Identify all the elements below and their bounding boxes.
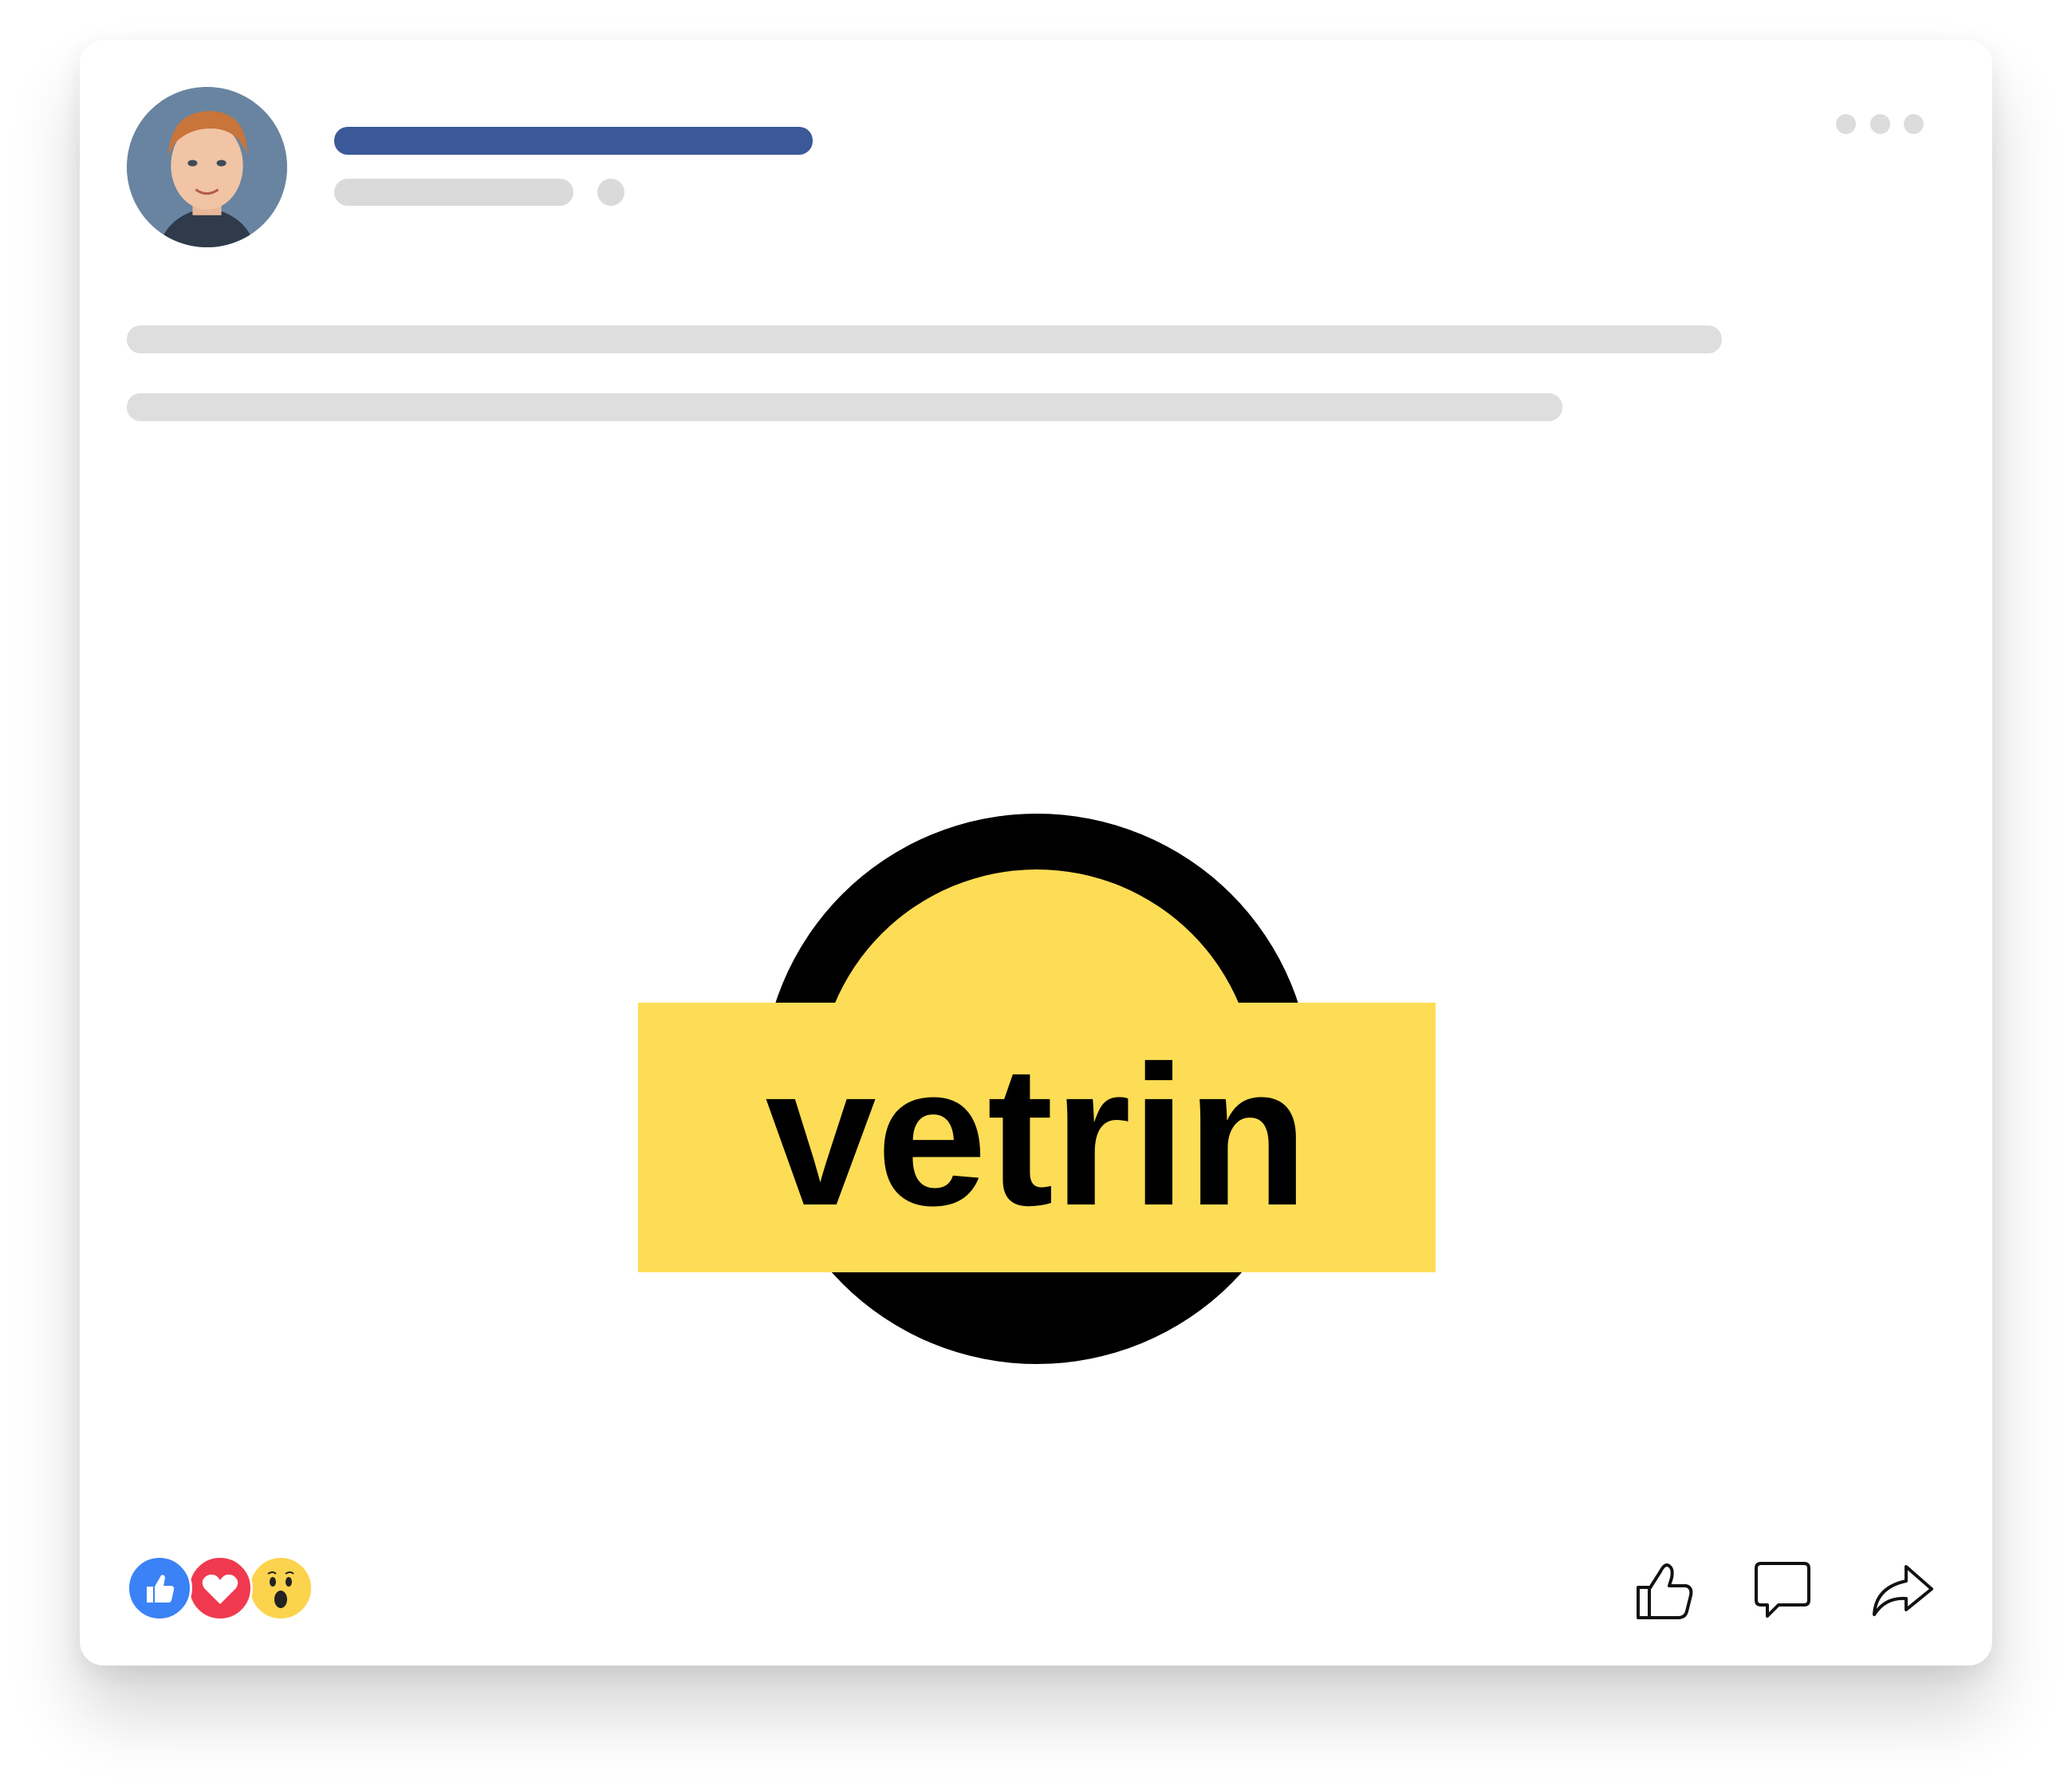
post-actions (1627, 1554, 1946, 1626)
avatar[interactable] (127, 87, 287, 247)
dot-icon (1869, 113, 1890, 134)
share-button[interactable] (1866, 1554, 1938, 1626)
vetrin-logo: vetrin (638, 814, 1436, 1364)
author-name-placeholder[interactable] (334, 127, 813, 155)
post-text-placeholder-line (127, 325, 1722, 353)
avatar-photo (127, 87, 287, 247)
logo-text: vetrin (766, 1024, 1309, 1247)
like-button[interactable] (1627, 1554, 1699, 1626)
dot-icon (1904, 113, 1924, 134)
post-text-placeholder-line (127, 393, 1562, 421)
heart-reaction-icon (187, 1555, 253, 1621)
post-timestamp-placeholder (334, 179, 573, 206)
dot-icon (1836, 113, 1856, 134)
comment-button[interactable] (1747, 1554, 1818, 1626)
more-options-button[interactable] (1836, 108, 1924, 140)
surprised-face-icon (248, 1555, 313, 1621)
post-card: vetrin (80, 40, 1992, 1666)
share-arrow-icon (1873, 1565, 1933, 1616)
thumbs-up-icon (1637, 1563, 1693, 1619)
privacy-icon (597, 179, 624, 206)
speech-bubble-icon (1755, 1562, 1810, 1618)
like-reaction-icon (127, 1555, 192, 1621)
post-image[interactable]: vetrin (80, 487, 1992, 1508)
reaction-summary[interactable] (127, 1555, 318, 1621)
